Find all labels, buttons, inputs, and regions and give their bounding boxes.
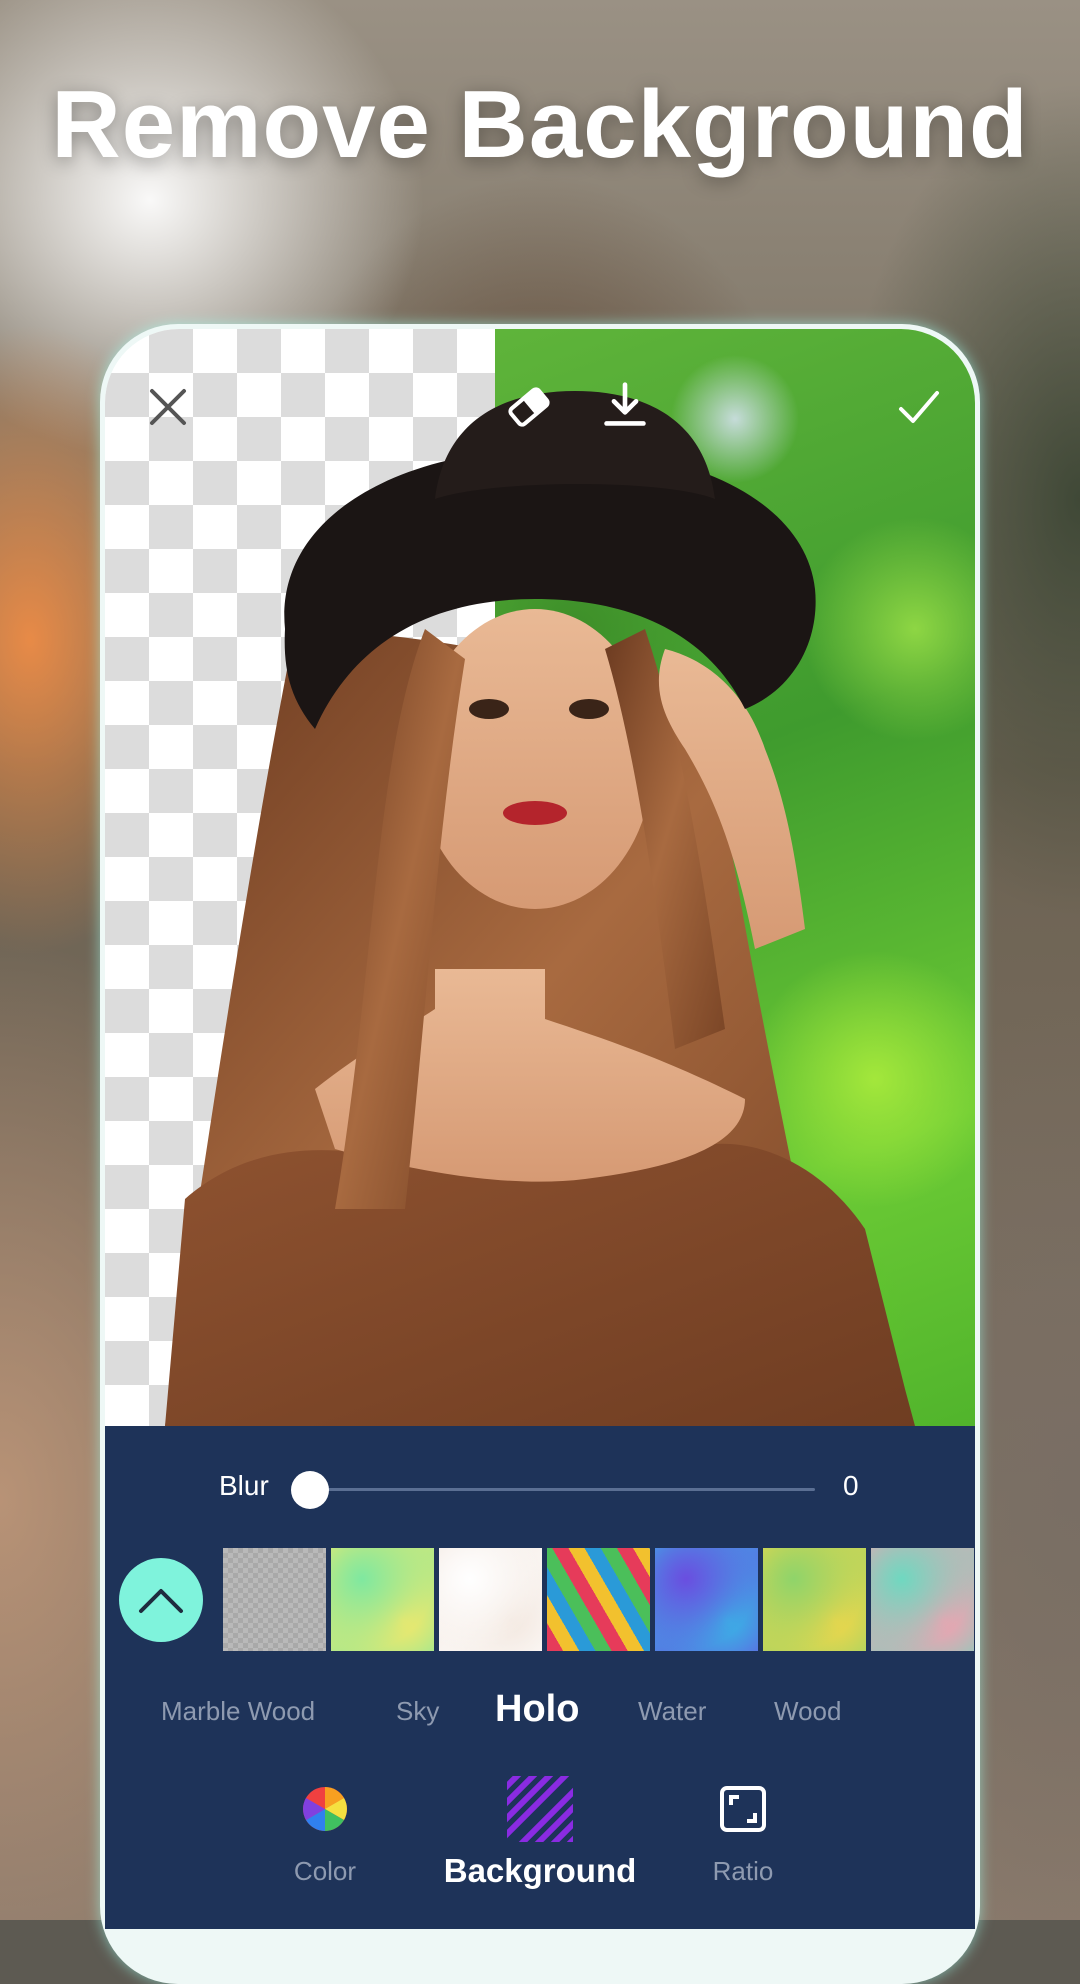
- background-thumbnail[interactable]: [871, 1548, 974, 1651]
- background-thumbnail[interactable]: [331, 1548, 434, 1651]
- background-thumbnail[interactable]: [655, 1548, 758, 1651]
- tool-ratio-label: Ratio: [712, 1856, 774, 1886]
- tool-background[interactable]: Background: [425, 1776, 655, 1890]
- tab-water[interactable]: Water: [638, 1696, 706, 1727]
- blur-value: 0: [843, 1470, 859, 1501]
- background-thumbnail[interactable]: [439, 1548, 542, 1651]
- subject-photo: [165, 391, 915, 1426]
- tool-bar: Color Background Ratio: [105, 1776, 975, 1906]
- blur-label: Blur: [219, 1470, 269, 1501]
- tab-holo[interactable]: Holo: [495, 1688, 579, 1731]
- category-tabs: Marble Wood Sky Holo Water Wood: [105, 1688, 975, 1738]
- tool-color[interactable]: Color: [265, 1776, 385, 1887]
- tab-sky[interactable]: Sky: [396, 1696, 439, 1727]
- close-button[interactable]: [144, 383, 192, 431]
- tab-wood[interactable]: Wood: [774, 1696, 841, 1727]
- eraser-button[interactable]: [505, 383, 553, 431]
- editor-canvas[interactable]: [105, 329, 975, 1426]
- tool-color-label: Color: [293, 1856, 357, 1886]
- tab-marble-wood[interactable]: Marble Wood: [161, 1696, 315, 1727]
- chevron-up-icon: [139, 1589, 183, 1613]
- eraser-icon: [508, 387, 550, 427]
- confirm-button[interactable]: [895, 383, 943, 431]
- control-panel: Blur 0 Marble Wood Sky Holo Water Wood C…: [105, 1426, 975, 1929]
- blur-control: Blur 0: [105, 1464, 975, 1514]
- close-icon[interactable]: [134, 329, 182, 376]
- download-button[interactable]: [601, 381, 649, 429]
- tool-ratio[interactable]: Ratio: [683, 1776, 803, 1887]
- blur-slider-track[interactable]: [305, 1488, 815, 1491]
- headline: Remove Background: [51, 71, 1029, 178]
- background-thumbnail[interactable]: [763, 1548, 866, 1651]
- ratio-frame-icon: [720, 1786, 766, 1832]
- background-pattern-icon: [507, 1776, 573, 1842]
- background-thumbnail[interactable]: [547, 1548, 650, 1651]
- background-thumbnails: [105, 1548, 975, 1652]
- check-icon: [899, 391, 939, 423]
- expand-button[interactable]: [119, 1558, 203, 1642]
- background-thumbnail[interactable]: [223, 1548, 326, 1651]
- tool-background-label: Background: [443, 1852, 637, 1889]
- blur-slider-thumb[interactable]: [291, 1471, 329, 1509]
- color-wheel-icon: [303, 1787, 347, 1831]
- download-icon: [604, 382, 646, 426]
- close-icon: [150, 389, 186, 425]
- phone-screen: Blur 0 Marble Wood Sky Holo Water Wood C…: [105, 329, 975, 1929]
